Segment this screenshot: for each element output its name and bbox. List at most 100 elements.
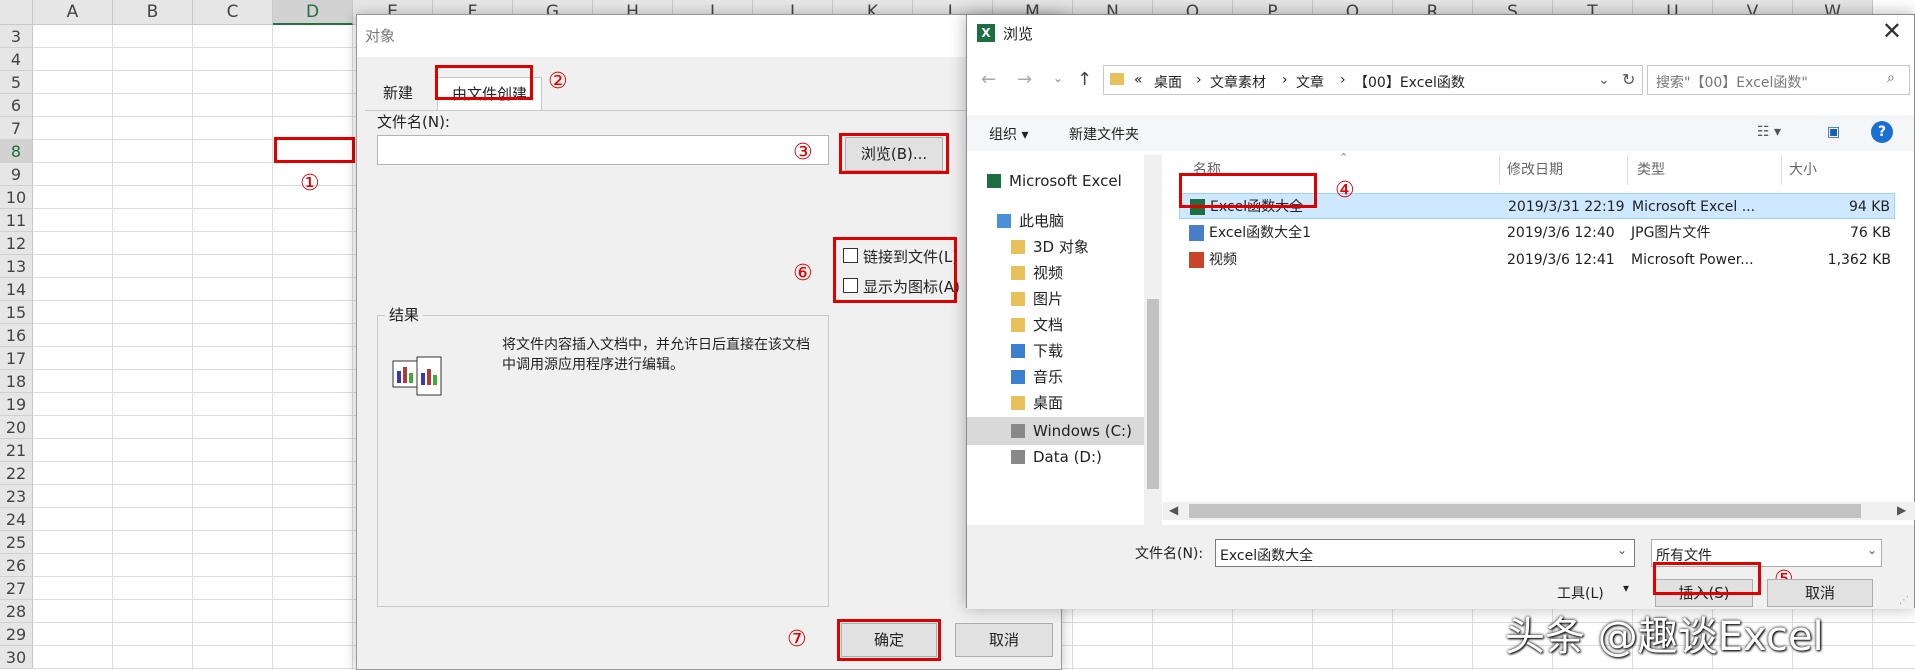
row-header-3[interactable]: 3 <box>0 25 33 48</box>
nav-item-label: 此电脑 <box>1019 212 1065 230</box>
cancel-button[interactable]: 取消 <box>1767 579 1873 607</box>
row-header-25[interactable]: 25 <box>0 531 33 554</box>
grid-line <box>192 25 193 670</box>
breadcrumb-articles[interactable]: 文章 <box>1296 72 1324 92</box>
row-header-13[interactable]: 13 <box>0 255 33 278</box>
preview-pane-icon[interactable]: ▣ <box>1827 124 1840 140</box>
file-row[interactable]: Excel函数大全1 2019/3/6 12:40 JPG图片文件 76 KB <box>1179 220 1895 246</box>
watermark: 头条 @趣谈Excel <box>1505 614 1824 660</box>
row-header-10[interactable]: 10 <box>0 186 33 209</box>
nav-item[interactable]: 文档 <box>967 311 1147 339</box>
breadcrumb-desktop[interactable]: 桌面 <box>1154 72 1182 92</box>
row-header-19[interactable]: 19 <box>0 393 33 416</box>
nav-item-label: 图片 <box>1033 290 1064 308</box>
highlight-checkboxes <box>833 237 957 303</box>
filename-input[interactable] <box>377 135 829 165</box>
row-header-8[interactable]: 8 <box>0 140 33 163</box>
row-header-18[interactable]: 18 <box>0 370 33 393</box>
organize-menu[interactable]: 组织 ▾ <box>989 124 1028 144</box>
nav-item[interactable]: Data (D:) <box>967 443 1147 471</box>
column-separator <box>1499 155 1500 185</box>
row-header-24[interactable]: 24 <box>0 508 33 531</box>
grid-line <box>112 25 113 670</box>
row-header-27[interactable]: 27 <box>0 577 33 600</box>
nav-item[interactable]: 桌面 <box>967 389 1147 417</box>
folder-icon <box>1011 266 1025 280</box>
column-date[interactable]: 修改日期 <box>1507 159 1563 179</box>
nav-item[interactable]: 图片 <box>967 285 1147 313</box>
filename-field[interactable]: Excel函数大全 <box>1215 539 1635 567</box>
new-folder-button[interactable]: 新建文件夹 <box>1069 124 1139 144</box>
view-options-icon[interactable]: ☷ ▾ <box>1757 124 1781 140</box>
row-header-30[interactable]: 30 <box>0 646 33 669</box>
row-header-26[interactable]: 26 <box>0 554 33 577</box>
up-icon[interactable]: ↑ <box>1077 69 1092 90</box>
nav-item[interactable]: 下载 <box>967 337 1147 365</box>
file-date: 2019/3/31 22:19 <box>1508 199 1625 215</box>
row-header-15[interactable]: 15 <box>0 301 33 324</box>
row-header-17[interactable]: 17 <box>0 347 33 370</box>
row-header-5[interactable]: 5 <box>0 71 33 94</box>
horizontal-scrollbar-thumb[interactable] <box>1189 504 1861 518</box>
row-header-6[interactable]: 6 <box>0 94 33 117</box>
row-header-16[interactable]: 16 <box>0 324 33 347</box>
filename-label: 文件名(N): <box>377 113 450 131</box>
column-header-a[interactable]: A <box>33 0 113 25</box>
recent-dropdown-icon[interactable]: ⌄ <box>1053 71 1063 85</box>
chevron-down-icon[interactable]: ⌄ <box>1617 543 1627 557</box>
row-header-23[interactable]: 23 <box>0 485 33 508</box>
navigation-pane: Microsoft Excel 此电脑 3D 对象 视频图片文档 下载 音乐 桌面 Windo… <box>967 155 1147 525</box>
tools-menu[interactable]: 工具(L) <box>1557 583 1604 603</box>
row-header-11[interactable]: 11 <box>0 209 33 232</box>
nav-item[interactable]: 此电脑 <box>967 207 1147 235</box>
row-header-21[interactable]: 21 <box>0 439 33 462</box>
nav-item-label: Windows (C:) <box>1033 422 1132 440</box>
row-header-7[interactable]: 7 <box>0 117 33 140</box>
row-header-20[interactable]: 20 <box>0 416 33 439</box>
select-all-corner[interactable] <box>0 0 33 25</box>
file-date: 2019/3/6 12:41 <box>1507 252 1615 268</box>
column-header-d[interactable]: D <box>273 0 353 25</box>
row-header-4[interactable]: 4 <box>0 48 33 71</box>
back-icon[interactable]: ← <box>981 69 996 90</box>
breadcrumb-sep: › <box>1196 72 1202 88</box>
row-header-28[interactable]: 28 <box>0 600 33 623</box>
row-header-14[interactable]: 14 <box>0 278 33 301</box>
chevron-down-icon[interactable]: ⌄ <box>1598 72 1610 88</box>
row-header-22[interactable]: 22 <box>0 462 33 485</box>
close-icon[interactable]: ✕ <box>1882 17 1902 45</box>
grid-line <box>352 25 353 670</box>
nav-item[interactable]: Microsoft Excel <box>967 167 1147 195</box>
column-header-b[interactable]: B <box>113 0 193 25</box>
scroll-right-icon[interactable]: ▶ <box>1897 503 1906 517</box>
chevron-down-icon[interactable]: ⌄ <box>1867 543 1877 557</box>
file-row[interactable]: 视频 2019/3/6 12:41 Microsoft Power... 1,362 … <box>1179 247 1895 273</box>
cancel-button[interactable]: 取消 <box>955 623 1053 657</box>
nav-item[interactable]: 视频 <box>967 259 1147 287</box>
breadcrumb-current[interactable]: 【00】Excel函数 <box>1354 72 1465 92</box>
column-separator <box>1627 155 1628 185</box>
resize-grip-icon[interactable]: ⋰ <box>1899 595 1909 606</box>
search-input[interactable]: 搜索"【00】Excel函数" <box>1647 65 1910 95</box>
breadcrumb-overflow[interactable]: « <box>1134 72 1143 88</box>
refresh-icon[interactable]: ↻ <box>1622 70 1635 89</box>
nav-item-label: Microsoft Excel <box>1009 172 1122 190</box>
row-header-12[interactable]: 12 <box>0 232 33 255</box>
column-header-c[interactable]: C <box>193 0 273 25</box>
row-header-9[interactable]: 9 <box>0 163 33 186</box>
folder-icon <box>1011 318 1025 332</box>
nav-item[interactable]: Windows (C:) <box>967 417 1147 445</box>
forward-icon[interactable]: → <box>1017 69 1032 90</box>
column-type[interactable]: 类型 <box>1637 159 1665 179</box>
address-bar[interactable]: « 桌面 › 文章素材 › 文章 › 【00】Excel函数 ⌄ ↻ <box>1103 65 1643 95</box>
scroll-left-icon[interactable]: ◀ <box>1169 503 1178 517</box>
help-icon[interactable]: ? <box>1871 121 1893 143</box>
row-header-29[interactable]: 29 <box>0 623 33 646</box>
nav-item[interactable]: 3D 对象 <box>967 233 1147 261</box>
nav-item[interactable]: 音乐 <box>967 363 1147 391</box>
tab-new[interactable]: 新建 <box>369 77 427 111</box>
breadcrumb-materials[interactable]: 文章素材 <box>1210 72 1266 92</box>
column-size[interactable]: 大小 <box>1789 159 1817 179</box>
tools-dropdown-icon[interactable]: ▾ <box>1623 581 1629 595</box>
nav-scrollbar-thumb[interactable] <box>1147 299 1159 489</box>
